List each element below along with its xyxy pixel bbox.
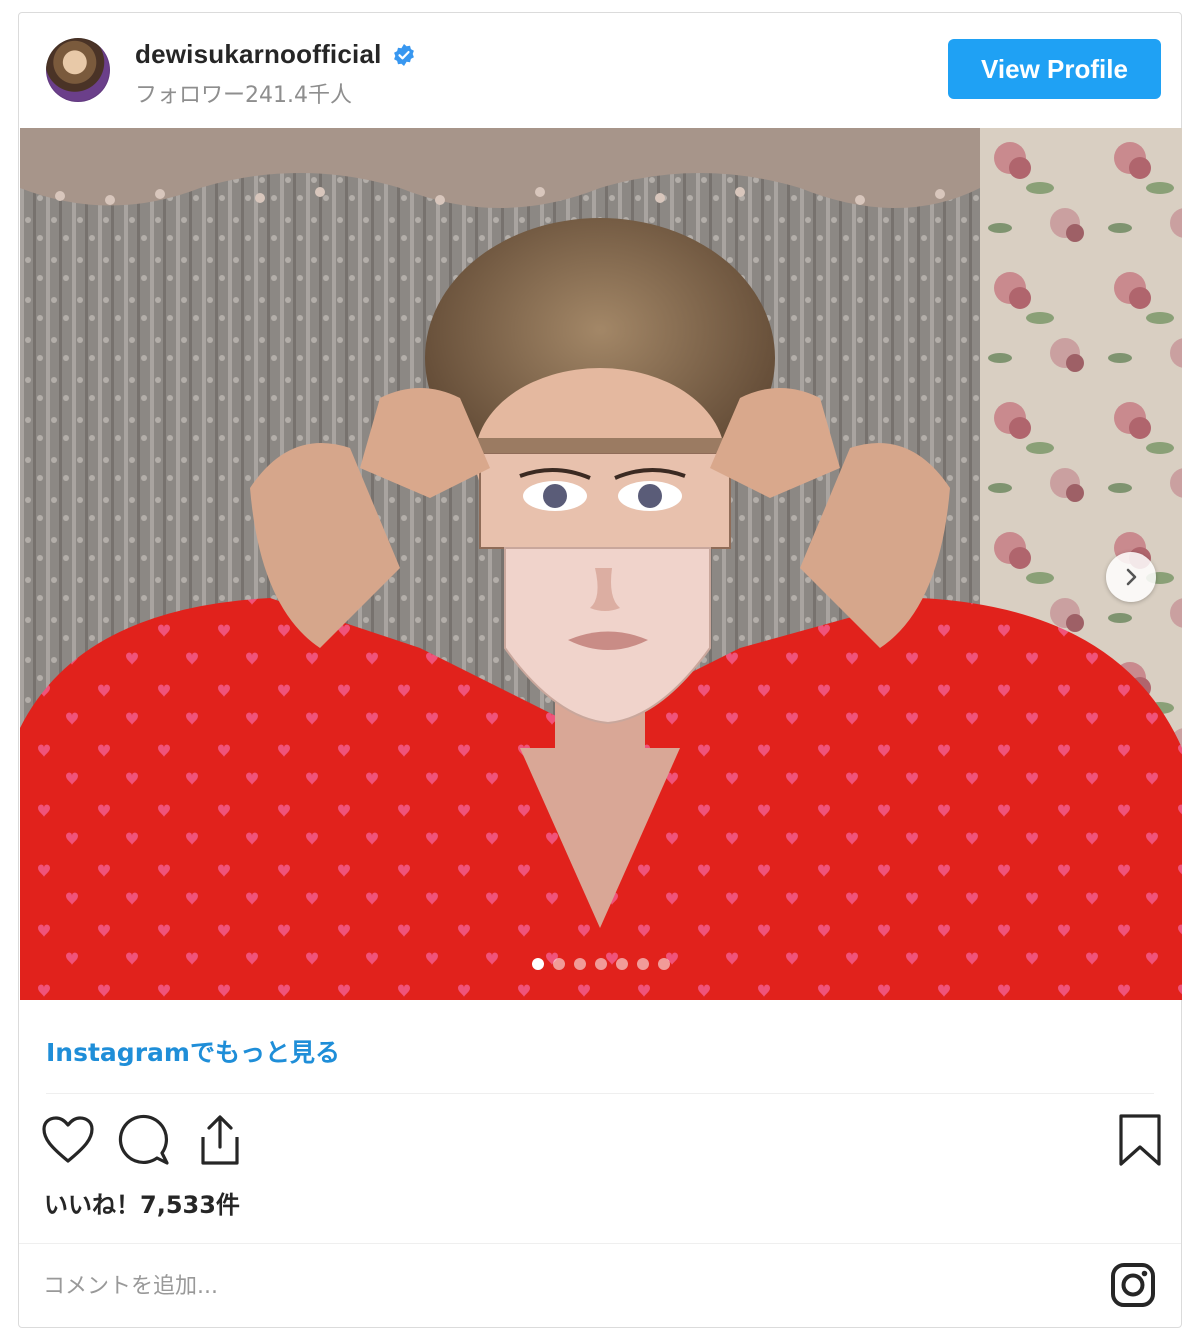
carousel-indicator [20,958,1182,970]
like-count[interactable]: いいね！7,533件 [44,1185,240,1220]
username-row: dewisukarnoofficial [135,39,416,70]
divider [19,1243,1181,1244]
carousel-dot[interactable] [553,958,565,970]
carousel-dot[interactable] [595,958,607,970]
post-photo[interactable] [20,128,1182,1000]
like-button[interactable] [39,1111,97,1169]
verified-badge-icon [393,43,414,66]
carousel-dot[interactable] [616,958,628,970]
follower-count: フォロワー241.4千人 [135,83,352,108]
comment-button[interactable] [115,1111,173,1169]
view-more-on-instagram-link[interactable]: Instagramでもっと見る [46,1033,340,1069]
instagram-logo-link[interactable] [1107,1259,1159,1311]
share-icon [201,1115,239,1165]
instagram-icon [1111,1263,1155,1307]
carousel-dot[interactable] [637,958,649,970]
carousel-dot[interactable] [532,958,544,970]
share-button[interactable] [191,1111,249,1169]
view-profile-button[interactable]: View Profile [948,39,1161,99]
username[interactable]: dewisukarnoofficial [135,39,382,70]
post-image [20,128,1182,1000]
carousel-dot[interactable] [574,958,586,970]
comment-input[interactable] [41,1261,1085,1311]
bookmark-icon [1119,1114,1161,1166]
instagram-embed-card: dewisukarnoofficial フォロワー241.4千人 View Pr… [18,12,1182,1328]
post-header: dewisukarnoofficial フォロワー241.4千人 View Pr… [19,13,1181,128]
comment-icon [118,1114,169,1165]
carousel-dot[interactable] [658,958,670,970]
carousel-next-button[interactable] [1106,552,1156,602]
avatar[interactable] [46,38,110,102]
divider [46,1093,1154,1094]
bookmark-button[interactable] [1111,1111,1169,1169]
chevron-right-icon [1126,568,1137,586]
heart-icon [42,1116,94,1163]
